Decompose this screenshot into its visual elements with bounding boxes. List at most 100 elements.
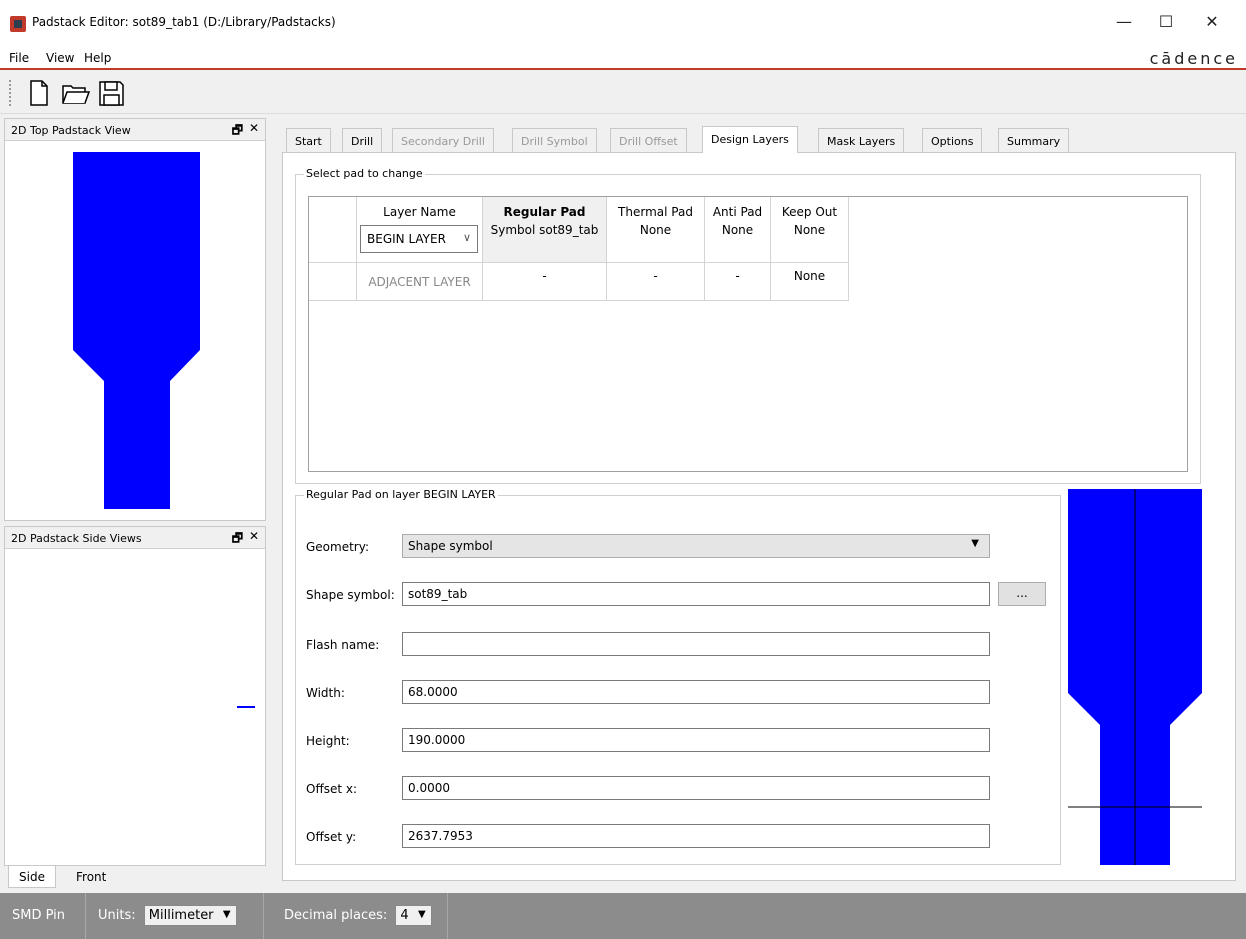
status-bar: SMD Pin Units: Millimeter ▼ Decimal plac… <box>0 893 1246 939</box>
tab-start[interactable]: Start <box>286 128 331 152</box>
tab-drill-symbol[interactable]: Drill Symbol <box>512 128 597 152</box>
shape-symbol-label: Shape symbol: <box>306 588 395 602</box>
close-icon[interactable]: ✕ <box>249 121 259 135</box>
side-view-title: 2D Padstack Side Views <box>11 532 142 545</box>
tab-mask-layers[interactable]: Mask Layers <box>818 128 905 152</box>
offset-y-label: Offset y: <box>306 830 357 844</box>
tab-secondary-drill[interactable]: Secondary Drill <box>392 128 494 152</box>
geometry-value: Shape symbol <box>408 539 493 553</box>
menu-file[interactable]: File <box>9 51 29 65</box>
offset-x-label: Offset x: <box>306 782 358 796</box>
caret-down-icon: ▼ <box>971 538 979 549</box>
app-icon <box>10 16 26 32</box>
geometry-select[interactable]: Shape symbol ▼ <box>402 534 990 558</box>
row-header-adjacent <box>309 263 357 301</box>
side-view-tabs: Side Front <box>4 866 266 890</box>
tab-front[interactable]: Front <box>66 866 116 888</box>
header-thermal-pad[interactable]: Thermal Pad None <box>607 197 705 263</box>
window-title: Padstack Editor: sot89_tab1 (D:/Library/… <box>32 15 336 29</box>
keep-out-header: Keep Out <box>781 205 838 219</box>
tab-drill[interactable]: Drill <box>342 128 383 152</box>
adjacent-thermal-pad[interactable]: - <box>607 263 705 301</box>
decimal-label: Decimal places: <box>284 908 388 923</box>
header-anti-pad[interactable]: Anti Pad None <box>705 197 771 263</box>
layer-select-value: BEGIN LAYER <box>367 232 446 246</box>
side-view-canvas[interactable] <box>5 549 265 865</box>
cadence-logo: cādence <box>1149 49 1238 68</box>
pad-table: Layer Name BEGIN LAYER ∨ Regular Pad Sym… <box>308 196 1188 472</box>
adjacent-layer-name[interactable]: ADJACENT LAYER <box>357 263 483 301</box>
layer-name-select[interactable]: BEGIN LAYER ∨ <box>360 225 478 253</box>
decimal-value: 4 <box>400 908 409 923</box>
design-layers-panel: Select pad to change Layer Name BEGIN LA… <box>282 152 1236 881</box>
caret-down-icon: ▼ <box>418 909 426 920</box>
top-view-title: 2D Top Padstack View <box>11 124 131 137</box>
tab-options[interactable]: Options <box>922 128 983 152</box>
units-value: Millimeter <box>148 908 214 923</box>
top-view-header: 2D Top Padstack View 🗗 ✕ <box>5 119 265 141</box>
offset-y-field[interactable]: 2637.7953 <box>402 824 990 848</box>
width-field[interactable]: 68.0000 <box>402 680 990 704</box>
pad-shape <box>73 152 200 509</box>
adjacent-anti-pad[interactable]: - <box>705 263 771 301</box>
height-label: Height: <box>306 734 350 748</box>
thermal-pad-header: Thermal Pad <box>618 205 693 219</box>
side-view-header: 2D Padstack Side Views 🗗 ✕ <box>5 527 265 549</box>
float-icon[interactable]: 🗗 <box>232 121 243 142</box>
regular-pad-group: Regular Pad on layer BEGIN LAYER Geometr… <box>295 488 1061 865</box>
adjacent-keep-out[interactable]: None <box>771 263 849 301</box>
menu-bar: File View Help cādence <box>0 46 1246 70</box>
tab-bar: Start Drill Secondary Drill Drill Symbol… <box>282 126 1236 153</box>
keep-out-value: None <box>793 223 826 237</box>
title-bar: Padstack Editor: sot89_tab1 (D:/Library/… <box>0 0 1246 46</box>
top-view-canvas[interactable] <box>5 141 265 521</box>
tab-side[interactable]: Side <box>8 866 56 888</box>
header-layer-name: Layer Name BEGIN LAYER ∨ <box>357 197 483 263</box>
flash-name-label: Flash name: <box>306 638 380 652</box>
layer-name-header: Layer Name <box>383 205 456 219</box>
width-label: Width: <box>306 686 345 700</box>
row-header-corner <box>309 197 357 263</box>
anti-pad-header: Anti Pad <box>712 205 763 219</box>
header-regular-pad[interactable]: Regular Pad Symbol sot89_tab <box>483 197 607 263</box>
units-select[interactable]: Millimeter ▼ <box>143 905 237 926</box>
adjacent-regular-pad[interactable]: - <box>483 263 607 301</box>
tab-drill-offset[interactable]: Drill Offset <box>610 128 687 152</box>
pad-preview <box>1068 489 1202 865</box>
float-icon[interactable]: 🗗 <box>232 529 243 550</box>
units-label: Units: <box>98 908 136 923</box>
save-icon[interactable] <box>96 78 126 108</box>
offset-x-field[interactable]: 0.0000 <box>402 776 990 800</box>
maximize-button[interactable]: ☐ <box>1146 8 1186 36</box>
decimal-status: Decimal places: 4 ▼ <box>264 893 448 939</box>
units-status: Units: Millimeter ▼ <box>86 893 264 939</box>
close-icon[interactable]: ✕ <box>249 529 259 543</box>
browse-button[interactable]: ... <box>998 582 1046 606</box>
close-window-button[interactable]: ✕ <box>1192 8 1232 36</box>
flash-name-field[interactable] <box>402 632 990 656</box>
open-folder-icon[interactable] <box>60 78 91 108</box>
toolbar-grip[interactable] <box>9 80 11 106</box>
height-field[interactable]: 190.0000 <box>402 728 990 752</box>
pin-type-status: SMD Pin <box>0 893 86 939</box>
select-pad-title: Select pad to change <box>304 167 425 180</box>
tab-summary[interactable]: Summary <box>998 128 1070 152</box>
select-pad-group: Select pad to change Layer Name BEGIN LA… <box>295 167 1201 484</box>
side-views-dock: 2D Padstack Side Views 🗗 ✕ <box>4 526 266 866</box>
minimize-button[interactable]: — <box>1104 8 1144 36</box>
thermal-pad-value: None <box>639 223 672 237</box>
menu-help[interactable]: Help <box>84 51 111 65</box>
tab-design-layers[interactable]: Design Layers <box>702 126 798 153</box>
caret-down-icon: ▼ <box>222 909 231 920</box>
toolbar <box>0 72 1246 114</box>
chevron-down-icon: ∨ <box>462 231 471 244</box>
regular-pad-value: Symbol sot89_tab <box>490 223 599 237</box>
new-file-icon[interactable] <box>24 78 54 108</box>
regular-pad-header: Regular Pad <box>503 205 586 219</box>
menu-view[interactable]: View <box>46 51 74 65</box>
shape-symbol-field[interactable]: sot89_tab <box>402 582 990 606</box>
regular-pad-group-title: Regular Pad on layer BEGIN LAYER <box>304 488 498 501</box>
decimal-select[interactable]: 4 ▼ <box>395 905 432 926</box>
geometry-label: Geometry: <box>306 540 370 554</box>
header-keep-out[interactable]: Keep Out None <box>771 197 849 263</box>
